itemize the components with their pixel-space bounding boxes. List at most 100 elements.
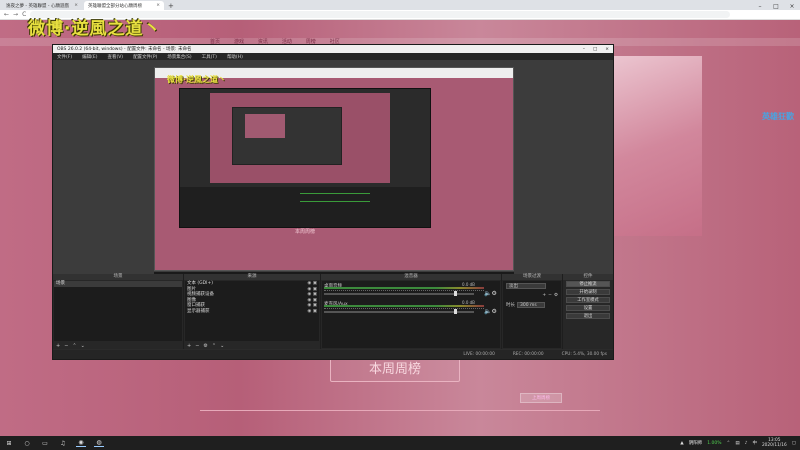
controls-dock: 控件 停止推流 开始录制 工作室模式 设置 退出 (563, 274, 613, 349)
scenes-header: 场景 (53, 274, 183, 280)
meter-ticks (324, 308, 484, 309)
date: 2020/11/16 (761, 443, 787, 448)
tray-arrow-icon[interactable]: ⌃ (727, 441, 731, 446)
speaker-icon[interactable]: 🔈⚙ (484, 308, 497, 315)
volume-icon[interactable]: ♪ (745, 441, 748, 446)
sources-dock: 来源 文本 (GDI+) ◉ ▣ 图片 ◉ ▣ 视频捕获设备 ◉ ▣ 图像 ◉ ▣ 窗口… (184, 274, 320, 349)
scene-item[interactable]: 场景 (54, 281, 182, 287)
maximize-button[interactable]: □ (593, 47, 597, 52)
nested-audio-meter (300, 193, 370, 194)
game-overlay-icon[interactable]: ▲ (680, 441, 683, 446)
volume-slider[interactable] (324, 293, 474, 295)
nested-preview-inner (232, 107, 342, 165)
event-logo[interactable]: 英雄狂歡 (762, 112, 796, 138)
studio-mode-button[interactable]: 工作室模式 (566, 297, 610, 303)
menu-help[interactable]: 帮助(H) (227, 54, 243, 60)
app-icon[interactable]: ♫ (58, 440, 68, 447)
remove-source-button[interactable]: − (195, 343, 199, 349)
move-down-button[interactable]: ⌄ (81, 343, 85, 349)
volume-slider[interactable] (324, 311, 474, 313)
notification-icon[interactable]: ▢ (792, 441, 796, 446)
duration-label: 时长 (506, 303, 515, 308)
exit-button[interactable]: 退出 (566, 313, 610, 319)
transitions-header: 场景过渡 (502, 274, 562, 280)
preview-canvas[interactable]: 微博·逆風之道丶 本周周榜 (154, 67, 514, 271)
obs-docks: 场景 场景 + − ⌃ ⌄ 来源 文本 (GDI+) ◉ ▣ 图片 ◉ ▣ 视频捕获… (53, 274, 613, 349)
reload-icon[interactable]: C (22, 11, 26, 18)
last-week-ranking-button[interactable]: 上周周榜 (520, 393, 562, 403)
obs-taskbar-icon[interactable]: ◉ (76, 439, 86, 447)
settings-button[interactable]: 设置 (566, 305, 610, 311)
preview-watermark: 微博·逆風之道丶 (167, 75, 227, 84)
rec-status: REC: 00:00:00 (512, 352, 544, 357)
nested-preview-deep (245, 114, 285, 138)
transitions-body: 淡出 + − ⚙ 时长 300 ms (503, 281, 561, 348)
menu-edit[interactable]: 编辑(E) (82, 54, 97, 60)
tab-title: 逸夜之夢 - 英雄聯盟 - 心願遊戲 (6, 3, 69, 9)
duration-input[interactable]: 300 ms (517, 302, 545, 308)
move-up-button[interactable]: ⌃ (212, 343, 216, 349)
add-source-button[interactable]: + (187, 343, 191, 349)
system-tray: ▲ 阴阳师 1.00% ⌃ ▤ ♪ 中 13:05 2020/11/16 ▢ (680, 438, 796, 448)
windows-taskbar: ⊞ ○ ▭ ♫ ◉ ◍ ▲ 阴阳师 1.00% ⌃ ▤ ♪ 中 13:05 20… (0, 436, 800, 450)
add-scene-button[interactable]: + (56, 343, 60, 349)
menu-tools[interactable]: 工具(T) (202, 54, 217, 60)
browser-tab-2[interactable]: 英雄聯盟全部分站心願周榜 × (84, 1, 164, 10)
obs-title: OBS 26.0.2 (64-bit, windows) - 配置文件: 未命名… (57, 47, 192, 52)
source-properties-button[interactable]: ⚙ (203, 343, 207, 349)
task-view-icon[interactable]: ▭ (40, 440, 50, 447)
menu-file[interactable]: 文件(F) (57, 54, 72, 60)
sources-header: 来源 (184, 274, 320, 280)
new-tab-button[interactable]: + (164, 2, 178, 10)
menu-scene-collection[interactable]: 场景集合(S) (167, 54, 191, 60)
menu-view[interactable]: 查看(V) (107, 54, 123, 60)
source-item[interactable]: 显示器捕获 ◉ ▣ (185, 309, 319, 315)
speaker-icon[interactable]: 🔈⚙ (484, 290, 497, 297)
clock[interactable]: 13:05 2020/11/16 (762, 438, 787, 448)
add-transition-button[interactable]: + (542, 293, 546, 298)
move-down-button[interactable]: ⌄ (220, 343, 224, 349)
browser-tab-bar: 逸夜之夢 - 英雄聯盟 - 心願遊戲 × 英雄聯盟全部分站心願周榜 × + – … (0, 0, 800, 10)
volume-slider-handle[interactable] (454, 291, 457, 296)
nested-audio-meter (300, 201, 370, 202)
scenes-list: 场景 (54, 281, 182, 341)
menu-profile[interactable]: 配置文件(P) (133, 54, 157, 60)
sources-list: 文本 (GDI+) ◉ ▣ 图片 ◉ ▣ 视频捕获设备 ◉ ▣ 图像 ◉ ▣ 窗口捕获 ◉… (185, 281, 319, 341)
remove-scene-button[interactable]: − (64, 343, 68, 349)
volume-slider-handle[interactable] (454, 309, 457, 314)
forward-icon[interactable]: → (13, 11, 18, 18)
close-button[interactable]: × (784, 3, 800, 10)
minimize-button[interactable]: – (752, 3, 768, 10)
nested-obs-capture (179, 88, 431, 228)
streamer-watermark: 微博·逆風之道丶 (28, 19, 162, 39)
close-icon[interactable]: × (74, 3, 78, 8)
close-icon[interactable]: × (156, 3, 160, 8)
tray-game-name[interactable]: 阴阳师 (689, 440, 703, 446)
network-icon[interactable]: ▤ (735, 441, 739, 446)
back-icon[interactable]: ← (4, 11, 9, 18)
remove-transition-button[interactable]: − (548, 293, 552, 298)
windows-start-icon[interactable]: ⊞ (4, 440, 14, 447)
browser-tab-1[interactable]: 逸夜之夢 - 英雄聯盟 - 心願遊戲 × (2, 1, 82, 10)
close-button[interactable]: × (605, 47, 609, 52)
obs-title-bar: OBS 26.0.2 (64-bit, windows) - 配置文件: 未命名… (53, 45, 613, 53)
maximize-button[interactable]: □ (768, 3, 784, 10)
scenes-dock: 场景 场景 + − ⌃ ⌄ (53, 274, 183, 349)
duration-row: 时长 300 ms (503, 300, 561, 310)
source-name: 显示器捕获 (187, 308, 210, 314)
transition-select[interactable]: 淡出 (506, 283, 546, 289)
nested-preview (210, 93, 390, 183)
transition-properties-button[interactable]: ⚙ (554, 293, 558, 298)
move-up-button[interactable]: ⌃ (72, 343, 76, 349)
sources-footer: + − ⚙ ⌃ ⌄ (184, 342, 320, 349)
mixer-body: 桌面音频 0.0 dB 🔈⚙ 麦克风/Aux 0.0 dB 🔈⚙ (322, 281, 500, 348)
visibility-lock-icon[interactable]: ◉ ▣ (307, 309, 317, 315)
start-recording-button[interactable]: 开始录制 (566, 289, 610, 295)
language-icon[interactable]: 中 (752, 440, 757, 446)
obs-status-bar: LIVE: 00:00:00 REC: 00:00:00 CPU: 5.4%, … (53, 350, 613, 359)
stop-streaming-button[interactable]: 停止推流 (566, 281, 610, 287)
obs-window: OBS 26.0.2 (64-bit, windows) - 配置文件: 未命名… (52, 44, 614, 360)
minimize-button[interactable]: – (583, 47, 585, 52)
search-icon[interactable]: ○ (22, 440, 32, 447)
browser-taskbar-icon[interactable]: ◍ (94, 439, 104, 447)
